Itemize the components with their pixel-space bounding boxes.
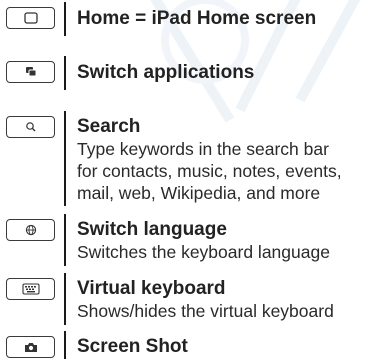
search-icon	[25, 122, 35, 132]
legend-text: Screen Shot	[77, 336, 386, 358]
home-key	[6, 7, 55, 29]
legend-title: Switch applications	[77, 62, 255, 83]
legend-description-line: Shows/hides the virtual keyboard	[77, 301, 334, 321]
legend-text: Switch applications	[77, 62, 386, 84]
legend-description-line: Type keywords in the search bar	[77, 139, 329, 159]
item-divider	[64, 331, 66, 359]
camera-icon	[24, 343, 37, 352]
home-square-icon	[23, 12, 38, 24]
legend-text: Home = iPad Home screen	[77, 8, 386, 30]
legend-title: Switch language	[77, 219, 227, 240]
legend-title: Virtual keyboard	[77, 278, 226, 299]
legend-text: Virtual keyboard Shows/hides the virtual…	[77, 278, 386, 322]
item-divider	[64, 214, 66, 266]
legend-title: Search	[77, 116, 141, 137]
item-divider	[64, 2, 66, 36]
item-divider	[64, 56, 66, 90]
switch-language-key	[6, 219, 55, 241]
search-key	[6, 116, 55, 138]
legend-title: Screen Shot	[77, 336, 188, 357]
item-divider	[64, 273, 66, 325]
key-legend-page: Home = iPad Home screen Switch applicati…	[0, 0, 386, 359]
switch-applications-key	[6, 61, 55, 83]
screen-shot-key	[6, 336, 55, 358]
legend-description-line: for contacts, music, notes, events,	[77, 161, 342, 181]
legend-description-line: mail, web, Wikipedia, and more	[77, 183, 321, 203]
keyboard-icon	[21, 283, 40, 295]
item-divider	[64, 111, 66, 206]
legend-text: Switch language Switches the keyboard la…	[77, 219, 386, 263]
legend-description-line: Switches the keyboard language	[77, 242, 330, 262]
legend-text: Search Type keywords in the search bar f…	[77, 116, 386, 204]
globe-icon	[25, 224, 36, 236]
virtual-keyboard-key	[6, 278, 55, 300]
legend-title: Home = iPad Home screen	[77, 8, 317, 29]
switch-apps-icon	[25, 67, 36, 77]
